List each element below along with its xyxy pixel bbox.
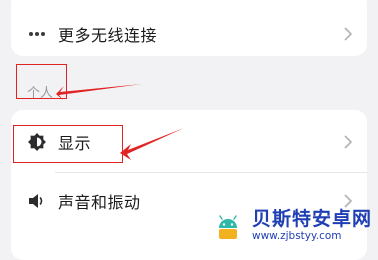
display-label: 显示 — [58, 134, 92, 153]
display-row[interactable]: 显示 — [11, 112, 367, 172]
watermark-url: www.zjbstyy.com — [251, 230, 342, 243]
brightness-icon — [27, 132, 47, 152]
watermark-title: 贝斯特安卓网 — [251, 207, 372, 230]
speaker-icon — [27, 191, 47, 211]
more-wireless-row[interactable]: 更多无线连接 — [11, 4, 367, 64]
chevron-right-icon — [344, 194, 353, 208]
chevron-right-icon — [344, 27, 353, 41]
section-header-personal: 个人 — [27, 86, 54, 101]
annotation-arrow-personal — [56, 84, 142, 100]
sound-vibration-label: 声音和振动 — [58, 193, 141, 212]
android-logo-icon — [210, 209, 245, 243]
connections-card: 更多无线连接 — [11, 0, 367, 56]
chevron-right-icon — [344, 135, 353, 149]
watermark: 贝斯特安卓网 www.zjbstyy.com — [210, 208, 372, 244]
more-wireless-label: 更多无线连接 — [58, 26, 158, 45]
more-dots-icon — [27, 24, 47, 44]
